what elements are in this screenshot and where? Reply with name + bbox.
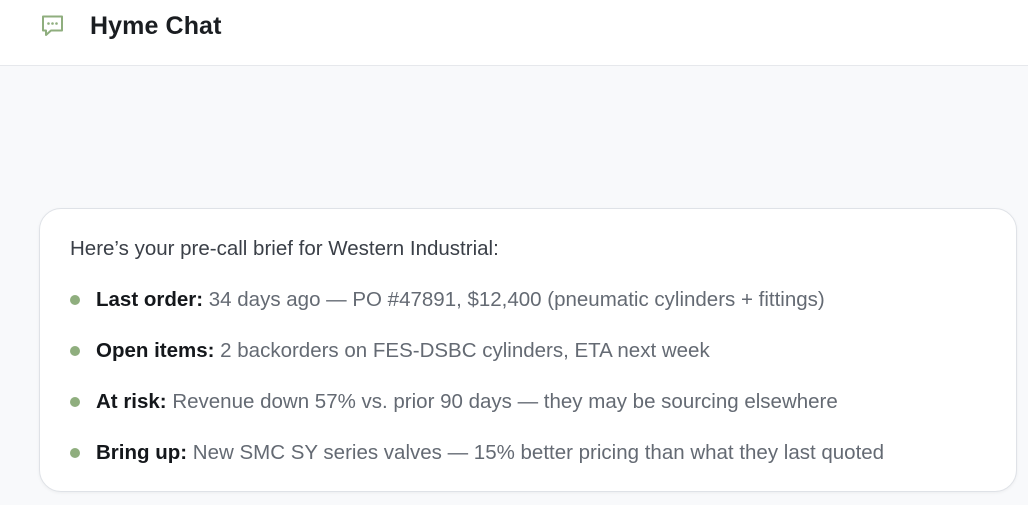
- brief-text: 2 backorders on FES-DSBC cylinders, ETA …: [220, 339, 710, 362]
- bullet-icon: [70, 448, 80, 458]
- bullet-icon: [70, 295, 80, 305]
- brief-label: Bring up:: [96, 441, 193, 464]
- brief-text: Revenue down 57% vs. prior 90 days — the…: [172, 390, 838, 413]
- bullet-icon: [70, 346, 80, 356]
- chat-bubble-icon: [40, 13, 66, 39]
- brief-label: At risk:: [96, 390, 173, 413]
- bullet-icon: [70, 397, 80, 407]
- brief-text: New SMC SY series valves — 15% better pr…: [192, 441, 885, 464]
- chat-area: Here’s your pre-call brief for Western I…: [0, 66, 1028, 505]
- message-intro: Here’s your pre-call brief for Western I…: [70, 237, 499, 260]
- brief-label: Last order:: [96, 288, 209, 311]
- assistant-message: Here’s your pre-call brief for Western I…: [39, 208, 1017, 492]
- app-header: Hyme Chat: [0, 0, 1028, 66]
- app-title: Hyme Chat: [90, 12, 222, 40]
- brief-label: Open items:: [96, 339, 221, 362]
- brief-text: 34 days ago — PO #47891, $12,400 (pneuma…: [208, 288, 825, 311]
